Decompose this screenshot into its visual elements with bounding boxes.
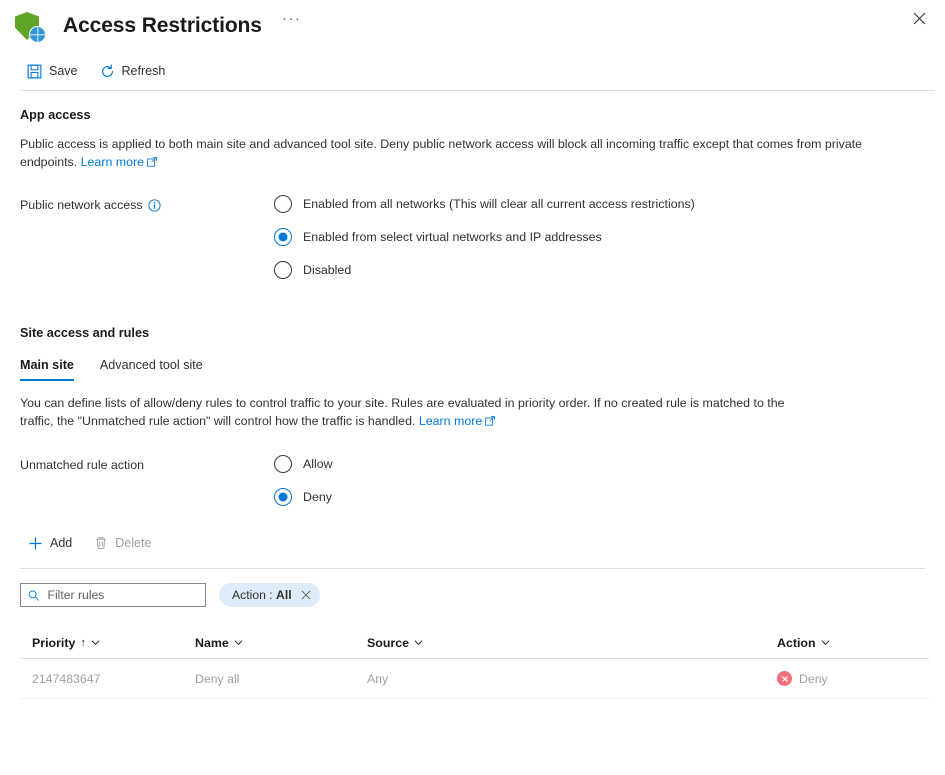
radio-disabled[interactable]: Disabled	[274, 261, 695, 279]
cell-action-label: Deny	[799, 672, 828, 686]
close-icon	[913, 12, 926, 25]
cell-priority: 2147483647	[20, 672, 195, 686]
app-service-shield-globe-icon	[14, 11, 46, 43]
cell-action: Deny	[777, 671, 929, 686]
column-header-action-label: Action	[777, 636, 816, 650]
external-link-icon	[147, 154, 157, 172]
site-access-learn-more-link[interactable]: Learn more	[419, 414, 495, 428]
refresh-icon	[100, 64, 115, 79]
save-label: Save	[49, 64, 78, 78]
unmatched-rule-action-field: Unmatched rule action Allow Deny	[20, 455, 925, 506]
radio-disabled-label: Disabled	[303, 263, 351, 277]
tab-main-site[interactable]: Main site	[20, 358, 74, 381]
header-divider	[20, 90, 935, 91]
column-header-priority-label: Priority	[32, 636, 75, 650]
delete-rule-label: Delete	[115, 536, 151, 550]
filter-rules-input[interactable]	[48, 588, 198, 602]
public-network-access-label-wrap: Public network access	[20, 195, 274, 279]
unmatched-rule-action-label: Unmatched rule action	[20, 458, 144, 472]
site-access-heading: Site access and rules	[20, 326, 925, 340]
refresh-label: Refresh	[122, 64, 166, 78]
globe-icon	[29, 26, 46, 43]
close-button[interactable]	[905, 4, 933, 32]
radio-enabled-select-networks-label: Enabled from select virtual networks and…	[303, 230, 602, 244]
site-tabs: Main site Advanced tool site	[20, 358, 925, 381]
column-header-action[interactable]: Action	[777, 636, 929, 650]
command-bar: Save Refresh	[0, 52, 945, 90]
sort-ascending-icon: ↑	[80, 637, 86, 649]
rules-table: Priority ↑ Name Source Action	[20, 627, 929, 699]
action-filter-chip-value: All	[276, 588, 292, 602]
chevron-down-icon[interactable]	[414, 638, 423, 647]
chevron-down-icon[interactable]	[234, 638, 243, 647]
public-network-access-label: Public network access	[20, 198, 143, 212]
app-access-learn-more-label: Learn more	[81, 155, 144, 169]
unmatched-rule-action-radio-group: Allow Deny	[274, 455, 333, 506]
column-header-name-label: Name	[195, 636, 229, 650]
action-filter-chip[interactable]: Action : All	[219, 583, 320, 607]
cell-name: Deny all	[195, 672, 367, 686]
page-title: Access Restrictions	[63, 14, 262, 38]
external-link-icon	[485, 413, 495, 431]
deny-x-icon	[777, 671, 792, 686]
blade-header: Access Restrictions ···	[0, 0, 945, 52]
column-header-source[interactable]: Source	[367, 636, 777, 650]
site-access-description: You can define lists of allow/deny rules…	[20, 394, 820, 431]
close-icon	[301, 590, 311, 600]
site-access-learn-more-label: Learn more	[419, 414, 482, 428]
app-access-description: Public access is applied to both main si…	[20, 135, 910, 172]
save-button[interactable]: Save	[27, 57, 78, 85]
column-header-priority[interactable]: Priority ↑	[20, 636, 195, 650]
radio-deny-label: Deny	[303, 490, 332, 504]
info-icon[interactable]	[148, 199, 161, 212]
rules-filter-row: Action : All	[20, 583, 925, 607]
delete-rule-button[interactable]: Delete	[94, 536, 151, 550]
app-access-heading: App access	[20, 108, 925, 122]
public-network-access-field: Public network access Enabled from all n…	[20, 195, 925, 279]
radio-allow[interactable]: Allow	[274, 455, 333, 473]
unmatched-rule-action-label-wrap: Unmatched rule action	[20, 455, 274, 506]
site-access-section: Site access and rules Main site Advanced…	[0, 326, 945, 699]
plus-icon	[28, 536, 43, 551]
action-filter-chip-label: Action :	[232, 588, 273, 602]
add-rule-button[interactable]: Add	[28, 536, 72, 551]
save-icon	[27, 64, 42, 79]
more-options-icon[interactable]: ···	[278, 8, 306, 29]
radio-enabled-all-networks-indicator[interactable]	[274, 195, 292, 213]
table-row[interactable]: 2147483647 Deny all Any Deny	[20, 659, 929, 699]
rules-table-header: Priority ↑ Name Source Action	[20, 627, 929, 659]
chevron-down-icon[interactable]	[821, 638, 830, 647]
radio-disabled-indicator[interactable]	[274, 261, 292, 279]
radio-enabled-all-networks-label: Enabled from all networks (This will cle…	[303, 197, 695, 211]
public-network-access-radio-group: Enabled from all networks (This will cle…	[274, 195, 695, 279]
column-header-name[interactable]: Name	[195, 636, 367, 650]
app-access-learn-more-link[interactable]: Learn more	[81, 155, 157, 169]
radio-enabled-select-networks-indicator[interactable]	[274, 228, 292, 246]
search-icon	[28, 589, 40, 602]
site-access-description-text: You can define lists of allow/deny rules…	[20, 396, 785, 428]
grid-toolbar-divider	[20, 568, 925, 569]
radio-deny-indicator[interactable]	[274, 488, 292, 506]
rules-grid-toolbar: Add Delete	[20, 528, 925, 558]
radio-enabled-all-networks[interactable]: Enabled from all networks (This will cle…	[274, 195, 695, 213]
filter-rules-search-box[interactable]	[20, 583, 206, 607]
app-access-section: App access Public access is applied to b…	[0, 108, 945, 279]
action-filter-chip-text: Action : All	[232, 588, 292, 602]
radio-allow-label: Allow	[303, 457, 333, 471]
radio-enabled-select-networks[interactable]: Enabled from select virtual networks and…	[274, 228, 695, 246]
chevron-down-icon[interactable]	[91, 638, 100, 647]
radio-deny[interactable]: Deny	[274, 488, 333, 506]
tab-advanced-tool-site[interactable]: Advanced tool site	[100, 358, 203, 381]
radio-allow-indicator[interactable]	[274, 455, 292, 473]
add-rule-label: Add	[50, 536, 72, 550]
access-restrictions-blade: Access Restrictions ··· Save Refresh	[0, 0, 945, 775]
column-header-source-label: Source	[367, 636, 409, 650]
refresh-button[interactable]: Refresh	[100, 57, 166, 85]
cell-source: Any	[367, 672, 777, 686]
action-filter-chip-clear-button[interactable]	[301, 590, 311, 600]
trash-icon	[94, 536, 108, 550]
